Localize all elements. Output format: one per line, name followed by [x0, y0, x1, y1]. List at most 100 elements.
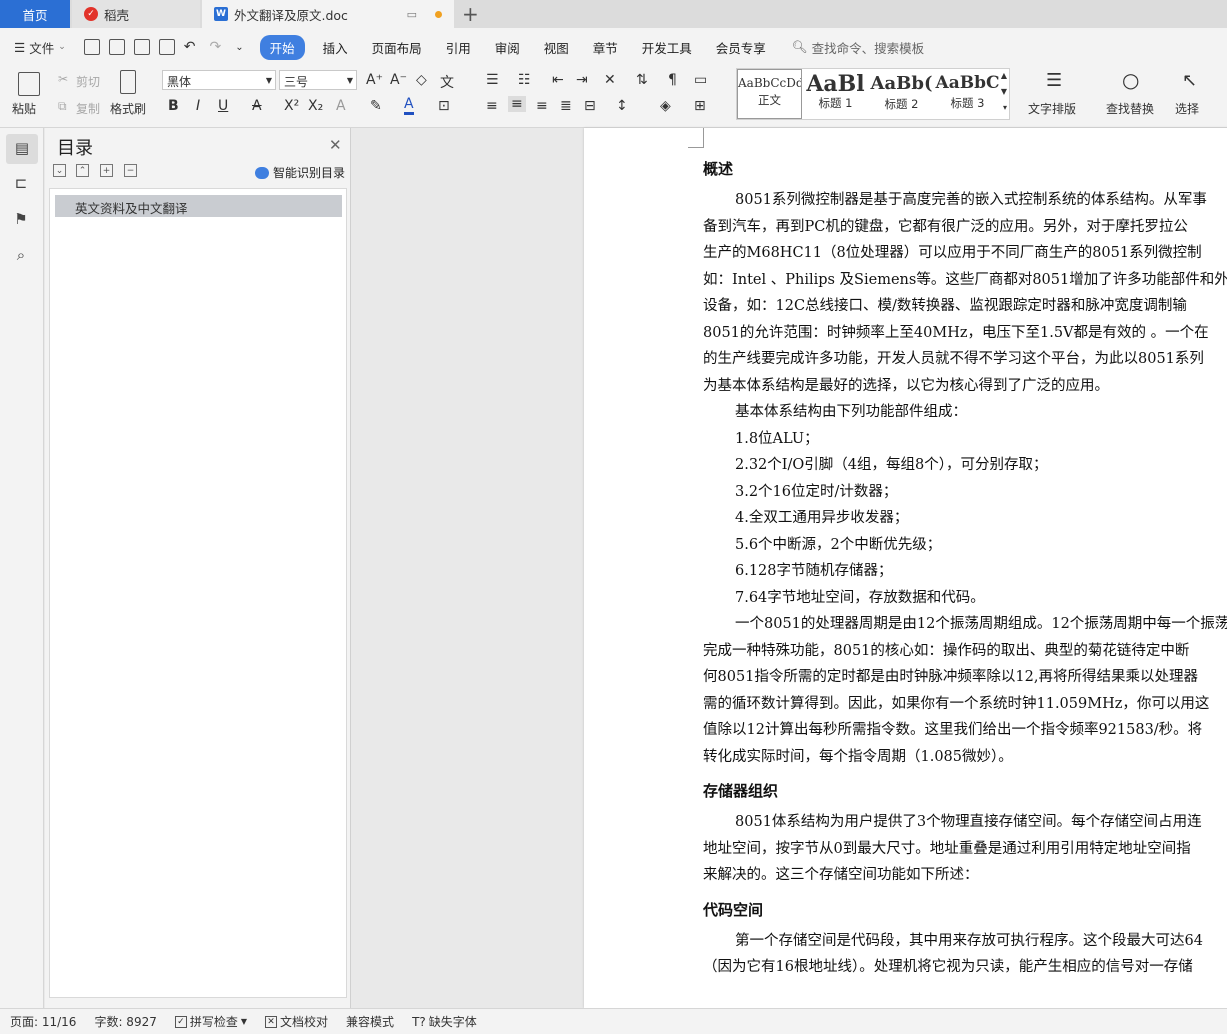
add-level-icon[interactable]: +	[100, 164, 113, 177]
bold-icon[interactable]: B	[168, 98, 179, 114]
print-icon[interactable]	[133, 39, 150, 55]
menu-dev-tools[interactable]: 开发工具	[630, 38, 704, 57]
ruler-icon[interactable]: ▭	[694, 72, 707, 88]
format-painter-button[interactable]: 格式刷	[110, 100, 146, 117]
export-pdf-icon[interactable]	[108, 39, 125, 55]
redo-icon[interactable]: ↷	[210, 39, 222, 55]
font-size-select[interactable]: 三号 ▼	[279, 70, 357, 90]
paste-button[interactable]: 粘贴	[12, 100, 36, 117]
clear-format-icon[interactable]: ◇	[416, 72, 427, 88]
menu-insert[interactable]: 插入	[311, 38, 360, 57]
menu-page-layout[interactable]: 页面布局	[360, 38, 434, 57]
increase-indent-icon[interactable]: ⇥	[576, 72, 588, 88]
menu-start[interactable]: 开始	[259, 34, 305, 60]
text-layout-icon[interactable]: ☰	[1046, 70, 1062, 91]
save-icon[interactable]	[83, 39, 100, 55]
highlight-icon[interactable]: ✎	[370, 98, 382, 114]
shading-icon[interactable]: ◈	[660, 98, 671, 114]
compat-mode[interactable]: 兼容模式	[346, 1013, 394, 1030]
chapter-nav-icon[interactable]: ⊏	[12, 174, 30, 192]
subscript-icon[interactable]: X₂	[308, 98, 323, 114]
tab-document[interactable]: W 外文翻译及原文.doc ▭	[202, 0, 454, 28]
font-name-select[interactable]: 黑体 ▼	[162, 70, 276, 90]
borders-icon[interactable]: ⊞	[694, 98, 706, 114]
format-painter-icon[interactable]	[120, 70, 136, 94]
style-normal[interactable]: AaBbCcDd 正文	[737, 69, 802, 119]
select-button[interactable]: 选择	[1175, 100, 1199, 117]
style-scroll-up-icon[interactable]: ▲	[1001, 71, 1007, 80]
document-proof[interactable]: ✕ 文档校对	[265, 1013, 328, 1030]
distributed-icon[interactable]: ⊟	[584, 98, 596, 114]
menu-member[interactable]: 会员专享	[704, 38, 778, 57]
style-normal-sample: AaBbCcDd	[738, 76, 801, 90]
copy-icon[interactable]: ⧉	[58, 99, 67, 114]
align-center-icon[interactable]: ≡	[508, 96, 526, 112]
command-search[interactable]: 🔍︎ 查找命令、搜索模板	[792, 38, 924, 57]
paste-icon[interactable]	[18, 72, 40, 96]
paragraph-line: 8051体系结构为用户提供了3个物理直接存储空间。每个存储空间占用连	[735, 814, 1202, 830]
list-item: 4.全双工通用异步收发器；	[735, 510, 909, 526]
show-marks-icon[interactable]: ¶	[668, 72, 677, 88]
spell-check[interactable]: ✓ 拼写检查 ▼	[174, 1013, 247, 1030]
bookmark-icon[interactable]: ⚑	[12, 210, 30, 228]
print-preview-icon[interactable]	[158, 39, 175, 55]
remove-level-icon[interactable]: −	[124, 164, 137, 177]
underline-icon[interactable]: U	[218, 98, 228, 114]
missing-font[interactable]: T? 缺失字体	[412, 1013, 477, 1030]
list-item: 2.32个I/O引脚（4组，每组8个），可分别存取；	[735, 457, 1048, 473]
line-spacing-icon[interactable]: ↕	[616, 98, 628, 114]
strikethrough-icon[interactable]: A	[252, 98, 262, 114]
select-cursor-icon[interactable]: ↖	[1182, 70, 1197, 91]
numbered-list-icon[interactable]: ☷	[518, 72, 531, 88]
bullet-list-icon[interactable]: ☰	[486, 72, 499, 88]
monitor-icon[interactable]: ▭	[407, 8, 417, 21]
toc-entry[interactable]: 英文资料及中文翻译	[55, 195, 342, 217]
quick-access-more-icon[interactable]: ⌄	[235, 42, 243, 53]
text-effect-icon[interactable]: A	[336, 98, 346, 114]
new-tab-plus-icon[interactable]: +	[462, 2, 479, 26]
cut-icon[interactable]: ✂	[58, 72, 68, 86]
phonetic-guide-icon[interactable]: 文	[440, 72, 454, 92]
find-replace-button[interactable]: 查找替换	[1106, 100, 1154, 117]
tab-home[interactable]: 首页	[0, 0, 70, 28]
cut-button[interactable]: 剪切	[76, 73, 100, 90]
style-heading-1[interactable]: AaBl 标题 1	[803, 69, 868, 119]
toc-nav-icon[interactable]: ▤	[6, 134, 38, 164]
menu-chapter[interactable]: 章节	[581, 38, 630, 57]
file-menu[interactable]: ☰ 文件 ⌄	[14, 38, 66, 57]
sort-icon[interactable]: ⇅	[636, 72, 648, 88]
page-indicator[interactable]: 页面: 11/16	[10, 1013, 76, 1030]
expand-up-icon[interactable]: ⌃	[76, 164, 89, 177]
heading-overview: 概述	[703, 160, 734, 178]
decrease-indent-icon[interactable]: ⇤	[552, 72, 564, 88]
paragraph-line: 需的循环数计算得到。因此，如果你有一个系统时钟11.059MHz，你可以用这	[703, 695, 1210, 712]
justify-icon[interactable]: ≣	[560, 98, 572, 114]
smart-toc-button[interactable]: 智能识别目录	[255, 164, 345, 181]
superscript-icon[interactable]: X²	[284, 98, 299, 114]
align-left-icon[interactable]: ≡	[486, 98, 498, 114]
word-count[interactable]: 字数: 8927	[94, 1013, 156, 1030]
document-page[interactable]: 概述 8051系列微控制器是基于高度完善的嵌入式控制系统的体系结构。从军事 备到…	[584, 128, 1227, 1008]
copy-button[interactable]: 复制	[76, 100, 100, 117]
style-heading-3[interactable]: AaBbC 标题 3	[935, 69, 1000, 119]
italic-icon[interactable]: I	[196, 98, 200, 114]
chinese-layout-icon[interactable]: ✕	[604, 72, 616, 88]
collapse-all-icon[interactable]: ⌄	[53, 164, 66, 177]
font-color-icon[interactable]: A	[404, 96, 414, 115]
tab-daoke[interactable]: ✓ 稻壳	[72, 0, 200, 28]
align-right-icon[interactable]: ≡	[536, 98, 548, 114]
menu-references[interactable]: 引用	[434, 38, 483, 57]
undo-icon[interactable]: ↶	[184, 39, 196, 55]
char-border-icon[interactable]: ⊡	[438, 98, 450, 114]
style-scroll-down-icon[interactable]: ▼	[1001, 87, 1007, 96]
text-layout-button[interactable]: 文字排版	[1028, 100, 1076, 117]
style-more-icon[interactable]: ▾	[1003, 103, 1007, 112]
menu-review[interactable]: 审阅	[483, 38, 532, 57]
shrink-font-icon[interactable]: A⁻	[390, 72, 407, 88]
menu-view[interactable]: 视图	[532, 38, 581, 57]
grow-font-icon[interactable]: A⁺	[366, 72, 383, 88]
close-icon[interactable]: ✕	[329, 136, 342, 154]
search-icon[interactable]: ⌕	[12, 246, 30, 264]
style-heading-2[interactable]: AaBb( 标题 2	[869, 69, 934, 119]
find-replace-icon[interactable]: ○	[1122, 68, 1139, 92]
